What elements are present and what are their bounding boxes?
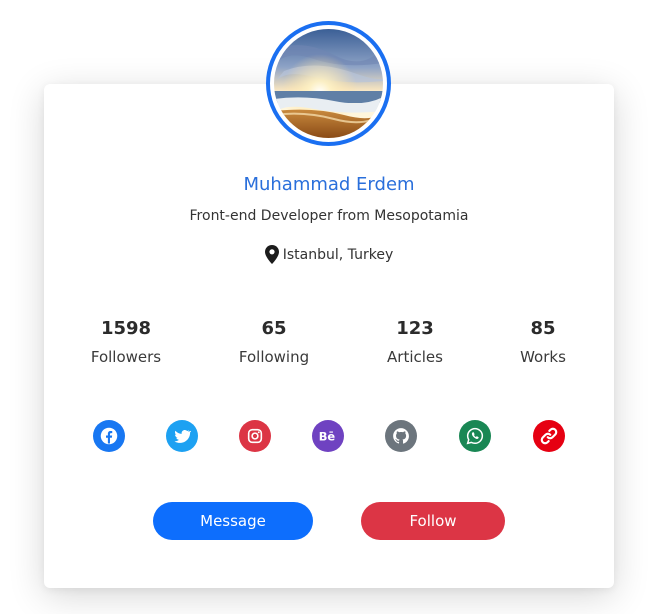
twitter-icon [174, 429, 191, 443]
stat-label: Followers [90, 348, 162, 366]
stat-followers: 1598 Followers [66, 318, 186, 366]
stat-label: Following [238, 348, 310, 366]
avatar-image [274, 29, 383, 138]
stat-value: 85 [530, 318, 556, 339]
stat-value: 65 [261, 318, 287, 339]
svg-text:Bē: Bē [319, 429, 336, 443]
behance-button[interactable]: Bē [312, 420, 344, 452]
follow-button[interactable]: Follow [361, 502, 505, 540]
whatsapp-button[interactable] [459, 420, 491, 452]
profile-location: Istanbul, Turkey [44, 245, 614, 264]
instagram-button[interactable] [239, 420, 271, 452]
stat-label: Works [520, 348, 566, 366]
stat-articles: 123 Articles [355, 318, 475, 366]
profile-name: Muhammad Erdem [243, 174, 415, 195]
map-pin-icon [264, 245, 279, 264]
profile-card: Muhammad Erdem Front-end Developer from … [44, 84, 614, 588]
profile-title: Front-end Developer from Mesopotamia [189, 208, 469, 224]
instagram-icon [247, 428, 263, 444]
link-icon [540, 427, 558, 445]
stat-label: Articles [387, 348, 443, 366]
avatar-ring [266, 21, 391, 146]
stat-value: 123 [396, 318, 434, 339]
whatsapp-icon [466, 427, 484, 445]
github-icon [393, 428, 409, 444]
message-button[interactable]: Message [153, 502, 313, 540]
avatar [274, 29, 383, 138]
stat-value: 1598 [100, 318, 152, 339]
facebook-button[interactable] [93, 420, 125, 452]
stat-works: 85 Works [483, 318, 603, 366]
twitter-button[interactable] [166, 420, 198, 452]
github-button[interactable] [385, 420, 417, 452]
page: Muhammad Erdem Front-end Developer from … [0, 0, 663, 614]
facebook-icon [100, 427, 118, 445]
stat-following: 65 Following [214, 318, 334, 366]
behance-icon: Bē [319, 429, 336, 443]
link-button[interactable] [533, 420, 565, 452]
location-text: Istanbul, Turkey [282, 246, 394, 263]
